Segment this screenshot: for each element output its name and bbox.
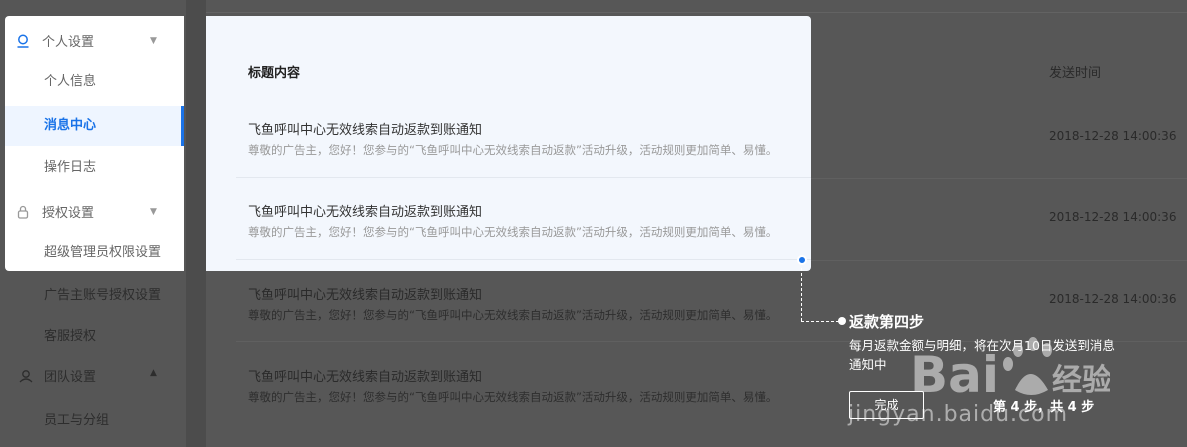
sidebar-section-label: 个人设置 <box>42 35 95 50</box>
table-row[interactable]: 飞鱼呼叫中心无效线索自动返款到账通知 尊敬的广告主，您好！您参与的“飞鱼呼叫中心… <box>248 204 793 240</box>
sidebar-item-profile[interactable]: 个人信息 <box>5 62 184 102</box>
guide-title: 返款第四步 <box>849 313 925 331</box>
caret-down-icon: ▼ <box>150 35 157 46</box>
guide-connector <box>801 268 802 321</box>
sidebar-gap <box>186 0 206 447</box>
user-icon <box>17 34 29 48</box>
sidebar-section-auth[interactable]: 授权设置 ▼ <box>16 202 186 221</box>
row-divider <box>236 177 811 178</box>
row-title: 飞鱼呼叫中心无效线索自动返款到账通知 <box>248 205 483 220</box>
guide-dot <box>838 317 846 325</box>
sidebar-item-messages[interactable]: 消息中心 <box>5 106 184 146</box>
caret-up-icon: ▲ <box>150 368 157 378</box>
sidebar-item-cs-auth[interactable]: 客服授权 <box>44 325 96 344</box>
row-title: 飞鱼呼叫中心无效线索自动返款到账通知 <box>248 123 483 138</box>
row-time: 2018-12-28 14:00:36 <box>1049 210 1177 224</box>
lock-icon <box>17 205 29 219</box>
row-desc: 尊敬的广告主，您好！您参与的“飞鱼呼叫中心无效线索自动返款”活动升级，活动规则更… <box>248 308 778 322</box>
sidebar-section-label: 团队设置 <box>44 370 97 385</box>
row-time: 2018-12-28 14:00:36 <box>1049 129 1177 143</box>
table-row[interactable]: 飞鱼呼叫中心无效线索自动返款到账通知 尊敬的广告主，您好！您参与的“飞鱼呼叫中心… <box>248 122 793 158</box>
guide-anchor-dot <box>797 255 807 265</box>
row-desc: 尊敬的广告主，您好！您参与的“飞鱼呼叫中心无效线索自动返款”活动升级，活动规则更… <box>248 143 778 157</box>
guide-done-button[interactable]: 完成 <box>849 391 924 419</box>
sidebar-section-label: 授权设置 <box>42 206 95 221</box>
header-divider <box>206 12 1187 13</box>
column-header-time: 发送时间 <box>1049 66 1102 81</box>
message-list-highlight: 标题内容 飞鱼呼叫中心无效线索自动返款到账通知 尊敬的广告主，您好！您参与的“飞… <box>206 16 811 271</box>
sidebar-item-staff[interactable]: 员工与分组 <box>44 409 109 428</box>
row-title: 飞鱼呼叫中心无效线索自动返款到账通知 <box>248 370 483 385</box>
sidebar-section-team[interactable]: 团队设置 ▲ <box>18 366 188 385</box>
guide-step-indicator: 第 4 步，共 4 步 <box>993 400 1095 415</box>
sidebar-section-personal[interactable]: 个人设置 ▼ <box>16 31 186 50</box>
column-header-title: 标题内容 <box>248 66 301 81</box>
table-row[interactable]: 飞鱼呼叫中心无效线索自动返款到账通知 尊敬的广告主，您好！您参与的“飞鱼呼叫中心… <box>248 287 808 323</box>
table-row[interactable]: 飞鱼呼叫中心无效线索自动返款到账通知 尊敬的广告主，您好！您参与的“飞鱼呼叫中心… <box>248 369 808 405</box>
caret-down-icon: ▼ <box>150 206 157 217</box>
sidebar-highlight: 个人设置 ▼ 个人信息 消息中心 操作日志 授权设置 ▼ 超级管理员权限设置 <box>5 16 184 271</box>
row-time: 2018-12-28 14:00:36 <box>1049 292 1177 306</box>
sidebar-item-admin-auth[interactable]: 超级管理员权限设置 <box>5 233 184 273</box>
team-icon <box>19 369 33 382</box>
row-desc: 尊敬的广告主，您好！您参与的“飞鱼呼叫中心无效线索自动返款”活动升级，活动规则更… <box>248 225 778 239</box>
svg-text:经验: 经验 <box>1052 363 1110 398</box>
row-divider <box>236 259 811 260</box>
row-desc: 尊敬的广告主，您好！您参与的“飞鱼呼叫中心无效线索自动返款”活动升级，活动规则更… <box>248 390 778 404</box>
row-title: 飞鱼呼叫中心无效线索自动返款到账通知 <box>248 288 483 303</box>
sidebar-item-advertiser-auth[interactable]: 广告主账号授权设置 <box>44 284 161 303</box>
guide-connector <box>801 321 839 322</box>
sidebar-item-logs[interactable]: 操作日志 <box>5 148 184 188</box>
